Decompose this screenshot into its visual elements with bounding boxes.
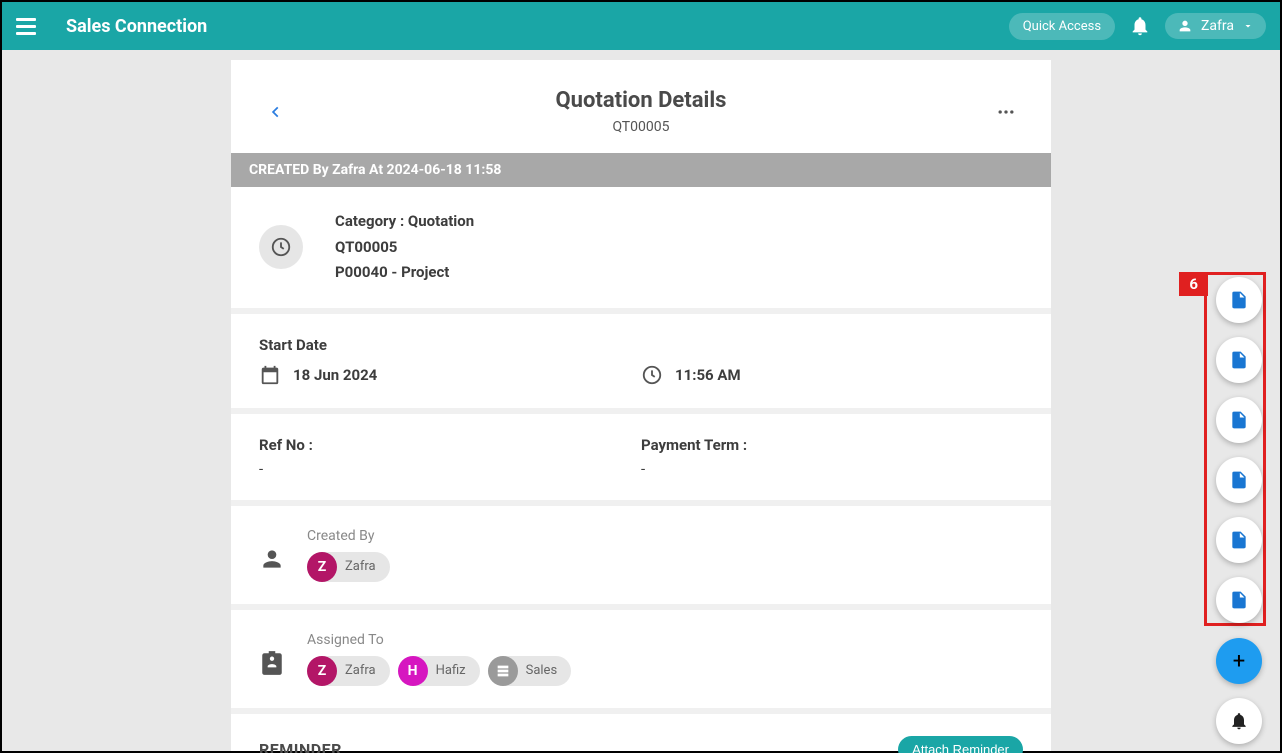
doc-fab-5[interactable]	[1216, 517, 1262, 563]
calendar-icon	[259, 364, 281, 386]
created-by-label: Created By	[307, 528, 390, 544]
action-dock: +	[1216, 638, 1262, 744]
user-chip[interactable]: H Hafiz	[398, 656, 480, 686]
avatar: H	[398, 656, 428, 686]
ref-section: Ref No : - Payment Term : -	[231, 414, 1051, 506]
document-icon	[1229, 528, 1249, 552]
person-icon	[1177, 18, 1193, 34]
reminder-section: REMINDER Attach Reminder	[231, 714, 1051, 753]
quick-access-button[interactable]: Quick Access	[1009, 13, 1115, 40]
ref-no-label: Ref No :	[259, 436, 641, 454]
page-title: Quotation Details	[291, 88, 991, 113]
start-date-value: 18 Jun 2024	[293, 366, 377, 384]
detail-card: Quotation Details QT00005 CREATED By Zaf…	[231, 60, 1051, 751]
chip-label: Sales	[526, 663, 558, 678]
assigned-to-label: Assigned To	[307, 632, 571, 648]
category-section: Category : Quotation QT00005 P00040 - Pr…	[231, 187, 1051, 314]
payment-term-label: Payment Term :	[641, 436, 1023, 454]
more-horizontal-icon	[996, 102, 1016, 122]
date-section: Start Date 18 Jun 2024 11:56 AM	[231, 314, 1051, 414]
user-chip[interactable]: Z Zafra	[307, 656, 390, 686]
notification-bell-icon[interactable]	[1129, 15, 1151, 37]
dock-badge: 6	[1179, 272, 1208, 296]
assigned-to-section: Assigned To Z Zafra H Hafiz Sales	[231, 610, 1051, 714]
doc-fab-4[interactable]	[1216, 457, 1262, 503]
reminder-fab[interactable]	[1216, 698, 1262, 744]
user-menu[interactable]: Zafra	[1165, 13, 1266, 39]
doc-fab-6[interactable]	[1216, 577, 1262, 623]
card-header: Quotation Details QT00005	[231, 60, 1051, 153]
badge-icon	[259, 650, 287, 678]
brand-title: Sales Connection	[66, 16, 207, 37]
document-icon	[1229, 348, 1249, 372]
project-line: P00040 - Project	[335, 260, 474, 286]
more-menu-button[interactable]	[991, 97, 1021, 127]
chip-label: Hafiz	[436, 663, 466, 678]
payment-term-value: -	[641, 460, 1023, 478]
doc-fab-2[interactable]	[1216, 337, 1262, 383]
user-name: Zafra	[1201, 18, 1234, 34]
back-button[interactable]	[261, 97, 291, 127]
start-time-value: 11:56 AM	[675, 366, 741, 384]
chip-label: Zafra	[345, 663, 376, 678]
document-dock	[1216, 277, 1262, 623]
created-by-section: Created By Z Zafra	[231, 506, 1051, 610]
start-date-label: Start Date	[259, 336, 1023, 354]
document-icon	[1229, 588, 1249, 612]
plus-icon: +	[1233, 649, 1245, 674]
created-bar: CREATED By Zafra At 2024-06-18 11:58	[231, 153, 1051, 187]
document-icon	[1229, 408, 1249, 432]
chip-label: Zafra	[345, 559, 376, 574]
topbar: Sales Connection Quick Access Zafra	[2, 2, 1280, 50]
attach-reminder-button[interactable]: Attach Reminder	[898, 736, 1023, 753]
doc-fab-1[interactable]	[1216, 277, 1262, 323]
avatar: Z	[307, 656, 337, 686]
menu-icon[interactable]	[16, 14, 40, 38]
avatar: Z	[307, 552, 337, 582]
chevron-left-icon	[269, 105, 283, 119]
document-icon	[1229, 468, 1249, 492]
qt-line: QT00005	[335, 235, 474, 261]
user-chip[interactable]: Sales	[488, 656, 572, 686]
chevron-down-icon	[1242, 20, 1254, 32]
status-clock-icon	[259, 225, 303, 269]
avatar	[488, 656, 518, 686]
add-fab[interactable]: +	[1216, 638, 1262, 684]
doc-fab-3[interactable]	[1216, 397, 1262, 443]
bell-icon	[1229, 711, 1249, 731]
document-icon	[1229, 288, 1249, 312]
user-chip[interactable]: Z Zafra	[307, 552, 390, 582]
category-line: Category : Quotation	[335, 209, 474, 235]
doc-number: QT00005	[291, 119, 991, 135]
content-area: Quotation Details QT00005 CREATED By Zaf…	[2, 50, 1280, 751]
person-icon	[259, 546, 287, 574]
clock-icon	[641, 364, 663, 386]
reminder-title: REMINDER	[259, 740, 342, 753]
ref-no-value: -	[259, 460, 641, 478]
